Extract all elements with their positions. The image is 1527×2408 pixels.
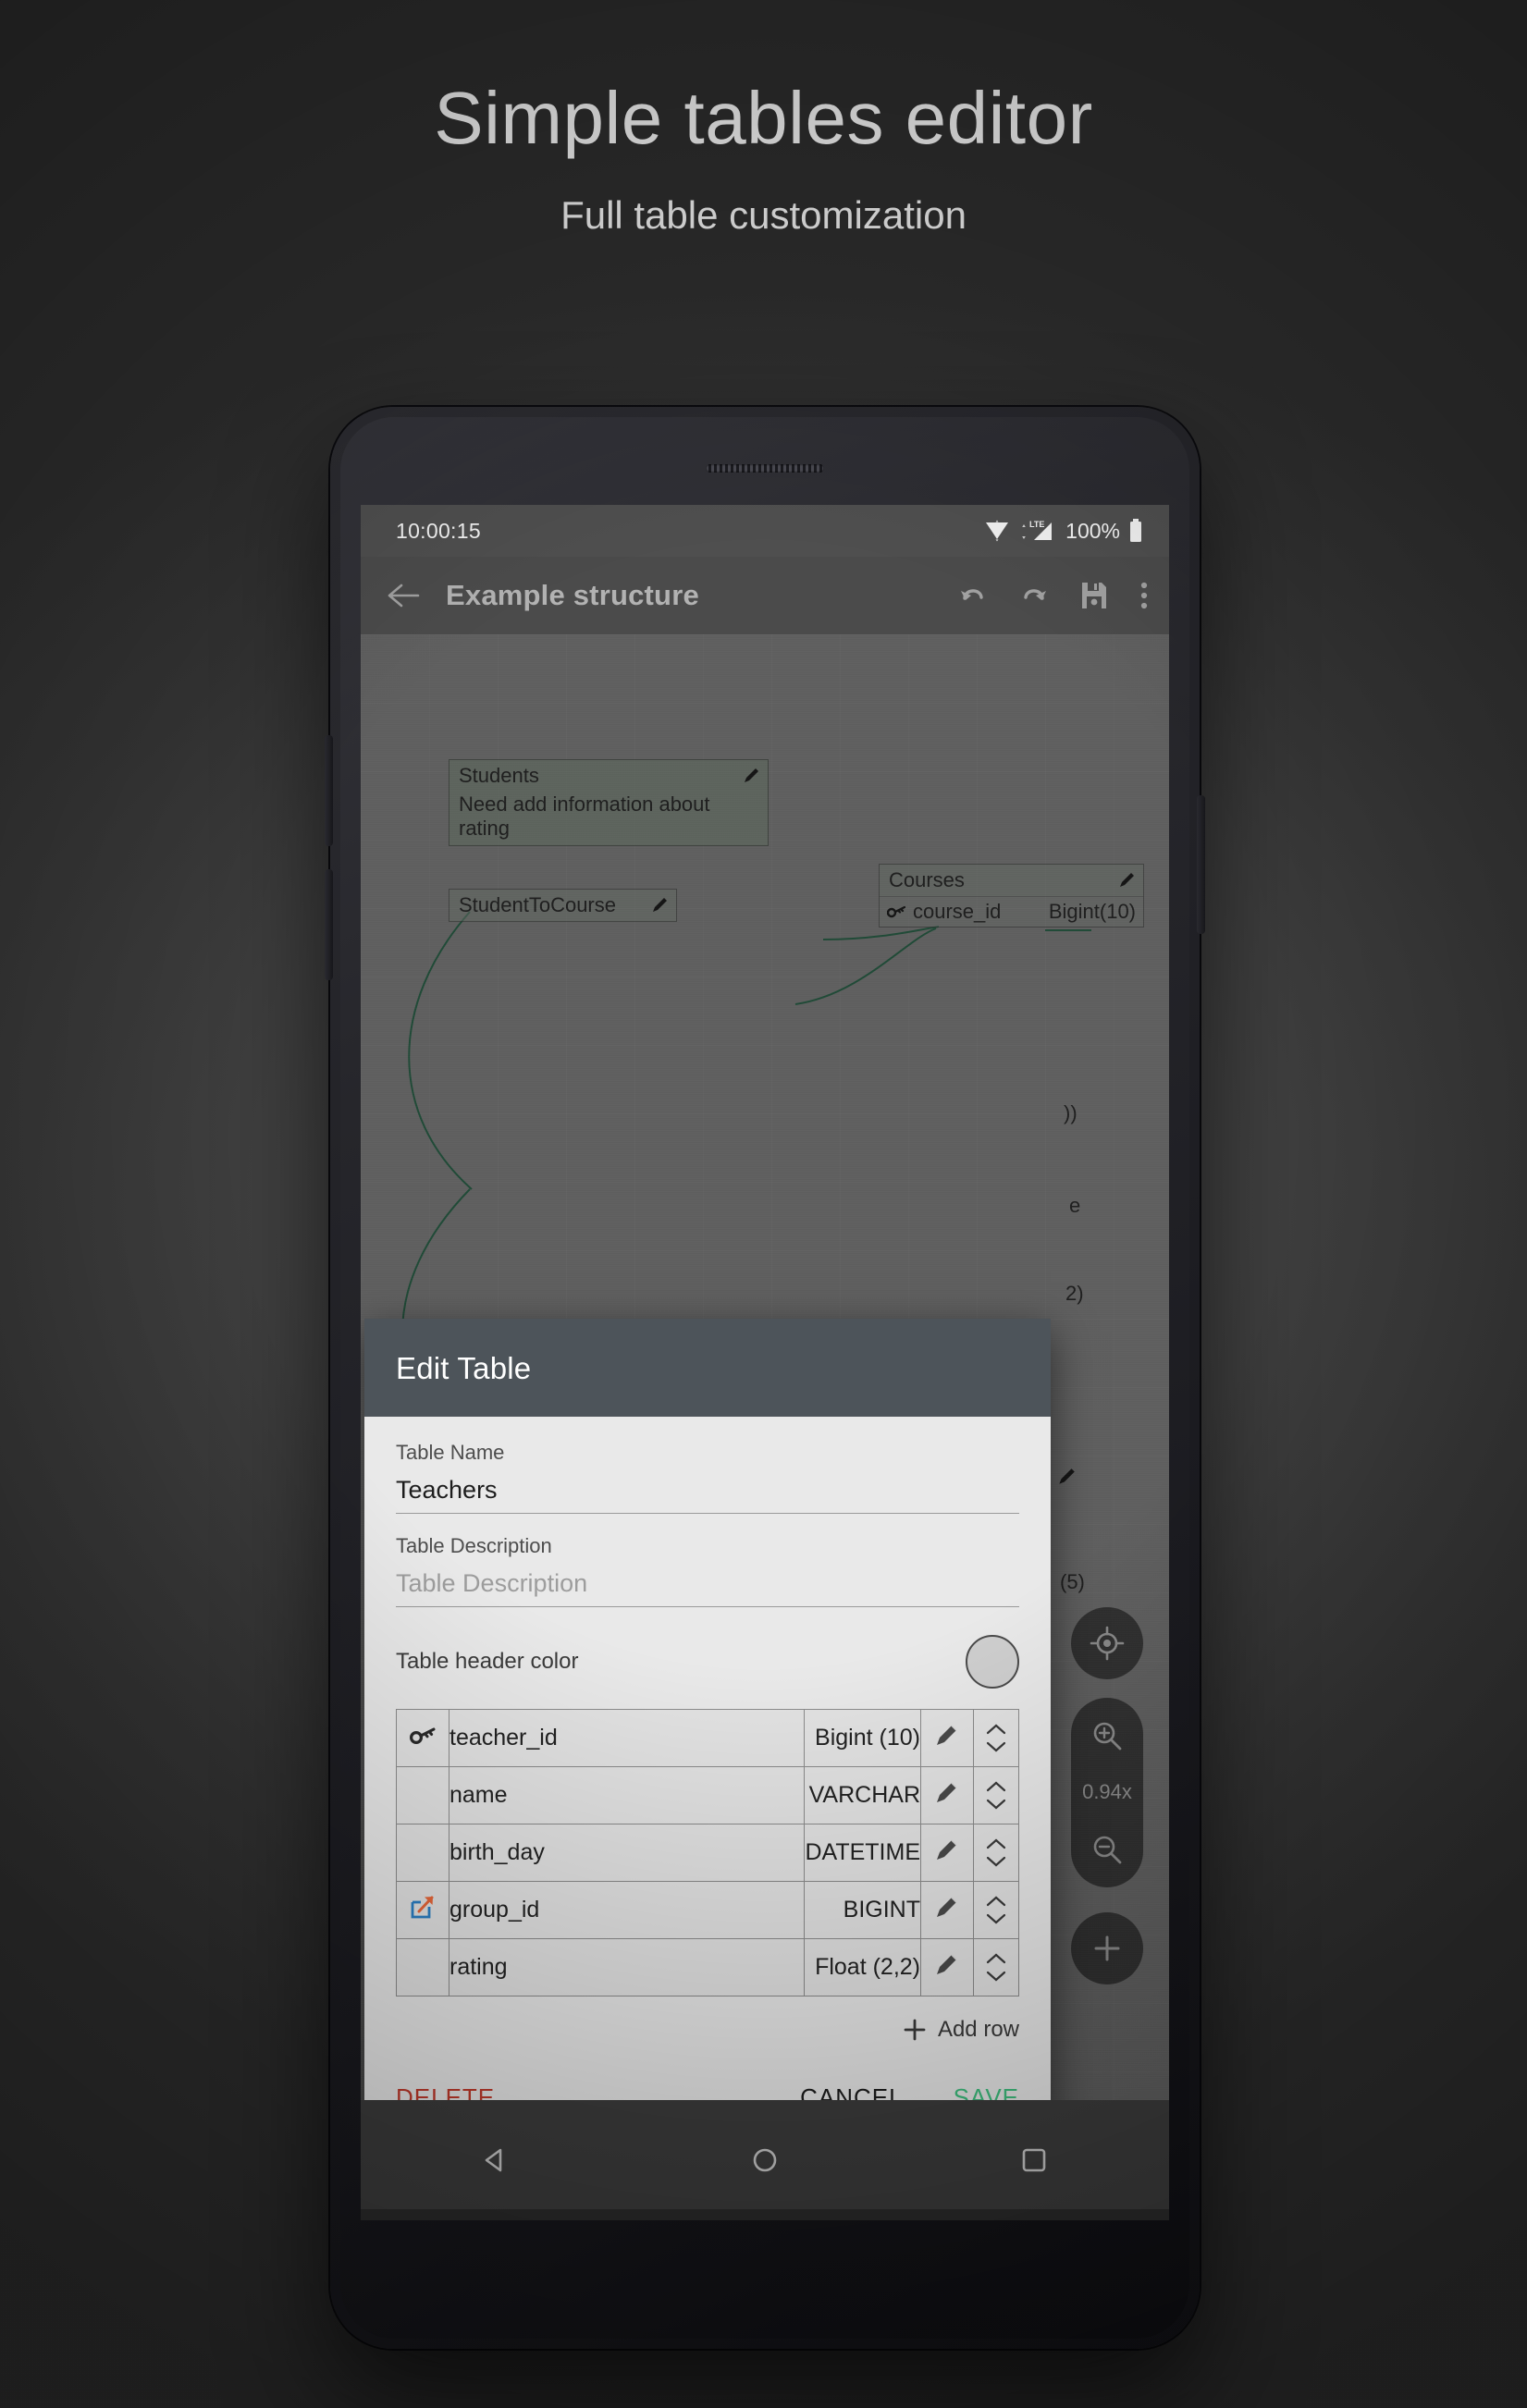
volume-down-button[interactable] [325, 869, 333, 980]
pencil-icon [937, 1725, 957, 1745]
table-row[interactable]: teacher_id Bigint (10) [396, 1709, 1019, 1767]
reorder-column-control[interactable] [973, 1824, 1019, 1882]
primary-key-cell [396, 1709, 449, 1767]
primary-key-icon [409, 1727, 436, 1745]
table-name-input[interactable]: Teachers [396, 1476, 1019, 1514]
app-bar: Example structure [361, 557, 1169, 634]
table-header-color-row[interactable]: Table header color [396, 1635, 1019, 1689]
foreign-key-cell [396, 1881, 449, 1939]
redo-icon[interactable] [1019, 583, 1049, 608]
status-bar: 10:00:15 LTE 100% [361, 505, 1169, 557]
app-bar-actions [958, 581, 1149, 610]
column-type: DATETIME [804, 1824, 921, 1882]
triangle-back-icon[interactable] [480, 2144, 511, 2176]
svg-text:LTE: LTE [1029, 520, 1044, 529]
table-row[interactable]: group_id BIGINT [396, 1881, 1019, 1939]
columns-table: teacher_id Bigint (10) name VARCHAR birt… [396, 1709, 1019, 1996]
dialog-title: Edit Table [364, 1319, 1051, 1417]
circle-home-icon[interactable] [749, 2144, 781, 2176]
poster-subtitle: Full table customization [560, 193, 967, 237]
lte-signal-icon: LTE [1022, 520, 1053, 540]
key-cell-empty [396, 1824, 449, 1882]
chevron-down-icon[interactable] [986, 1856, 1006, 1867]
chevron-up-icon[interactable] [986, 1953, 1006, 1964]
add-row-button[interactable]: Add row [396, 1996, 1019, 2043]
color-swatch-button[interactable] [966, 1635, 1019, 1689]
battery-full-icon [1130, 519, 1141, 542]
chevron-down-icon[interactable] [986, 1971, 1006, 1982]
poster-headline: Simple tables editor Full table customiz… [0, 81, 1527, 235]
app-bar-title: Example structure [446, 579, 699, 611]
table-row[interactable]: rating Float (2,2) [396, 1938, 1019, 1996]
battery-percent-label: 100% [1065, 518, 1120, 543]
chevron-up-icon[interactable] [986, 1781, 1006, 1792]
column-type: VARCHAR [804, 1766, 921, 1824]
phone-device-frame: 10:00:15 LTE 100% Example structure Stud… [325, 407, 1205, 2349]
add-row-label: Add row [937, 2017, 1019, 2042]
column-name: group_id [448, 1881, 806, 1939]
chevron-down-icon[interactable] [986, 1741, 1006, 1752]
pencil-icon [937, 1839, 957, 1860]
chevron-up-icon[interactable] [986, 1724, 1006, 1735]
pencil-icon [937, 1954, 957, 1974]
save-floppy-icon[interactable] [1080, 581, 1108, 610]
column-type: Float (2,2) [804, 1938, 921, 1996]
pencil-icon [937, 1782, 957, 1802]
status-clock: 10:00:15 [396, 518, 481, 543]
poster-title: Simple tables editor [434, 77, 1093, 159]
volume-up-button[interactable] [325, 735, 333, 846]
table-header-color-label: Table header color [396, 1649, 579, 1674]
reorder-column-control[interactable] [973, 1766, 1019, 1824]
edit-column-button[interactable] [920, 1709, 974, 1767]
back-arrow-icon[interactable] [387, 581, 422, 610]
edit-column-button[interactable] [920, 1824, 974, 1882]
edit-column-button[interactable] [920, 1766, 974, 1824]
reorder-column-control[interactable] [973, 1938, 1019, 1996]
key-cell-empty [396, 1938, 449, 1996]
column-type: BIGINT [804, 1881, 921, 1939]
table-description-label: Table Description [396, 1534, 552, 1557]
table-name-label: Table Name [396, 1441, 505, 1464]
phone-screen: 10:00:15 LTE 100% Example structure Stud… [361, 505, 1169, 2220]
column-type: Bigint (10) [804, 1709, 921, 1767]
navigation-bar [361, 2100, 1169, 2220]
wifi-icon [986, 520, 1009, 542]
table-row[interactable]: name VARCHAR [396, 1766, 1019, 1824]
edit-column-button[interactable] [920, 1881, 974, 1939]
edit-column-button[interactable] [920, 1938, 974, 1996]
nav-bottom-strip [361, 2209, 1169, 2220]
edit-table-dialog: Edit Table Table Name Teachers Table Des… [364, 1319, 1051, 2142]
earpiece-speaker [706, 464, 824, 473]
chevron-up-icon[interactable] [986, 1896, 1006, 1907]
plus-icon [904, 2019, 926, 2041]
column-name: name [448, 1766, 806, 1824]
overflow-menu-icon[interactable] [1139, 581, 1149, 610]
chevron-down-icon[interactable] [986, 1913, 1006, 1924]
undo-icon[interactable] [958, 583, 988, 608]
status-icons: LTE 100% [984, 519, 1143, 544]
reorder-column-control[interactable] [973, 1709, 1019, 1767]
reorder-column-control[interactable] [973, 1881, 1019, 1939]
foreign-key-icon [411, 1896, 434, 1919]
table-description-input[interactable]: Table Description [396, 1569, 1019, 1607]
table-name-field-group: Table Name Teachers [396, 1441, 1019, 1514]
table-description-field-group: Table Description Table Description [396, 1534, 1019, 1607]
chevron-up-icon[interactable] [986, 1838, 1006, 1849]
chevron-down-icon[interactable] [986, 1799, 1006, 1810]
pencil-icon [937, 1897, 957, 1917]
power-button[interactable] [1197, 795, 1205, 934]
table-row[interactable]: birth_day DATETIME [396, 1824, 1019, 1882]
column-name: birth_day [448, 1824, 806, 1882]
dialog-body: Table Name Teachers Table Description Ta… [364, 1417, 1051, 2043]
column-name: teacher_id [448, 1709, 806, 1767]
column-name: rating [448, 1938, 806, 1996]
key-cell-empty [396, 1766, 449, 1824]
square-recents-icon[interactable] [1018, 2144, 1050, 2176]
